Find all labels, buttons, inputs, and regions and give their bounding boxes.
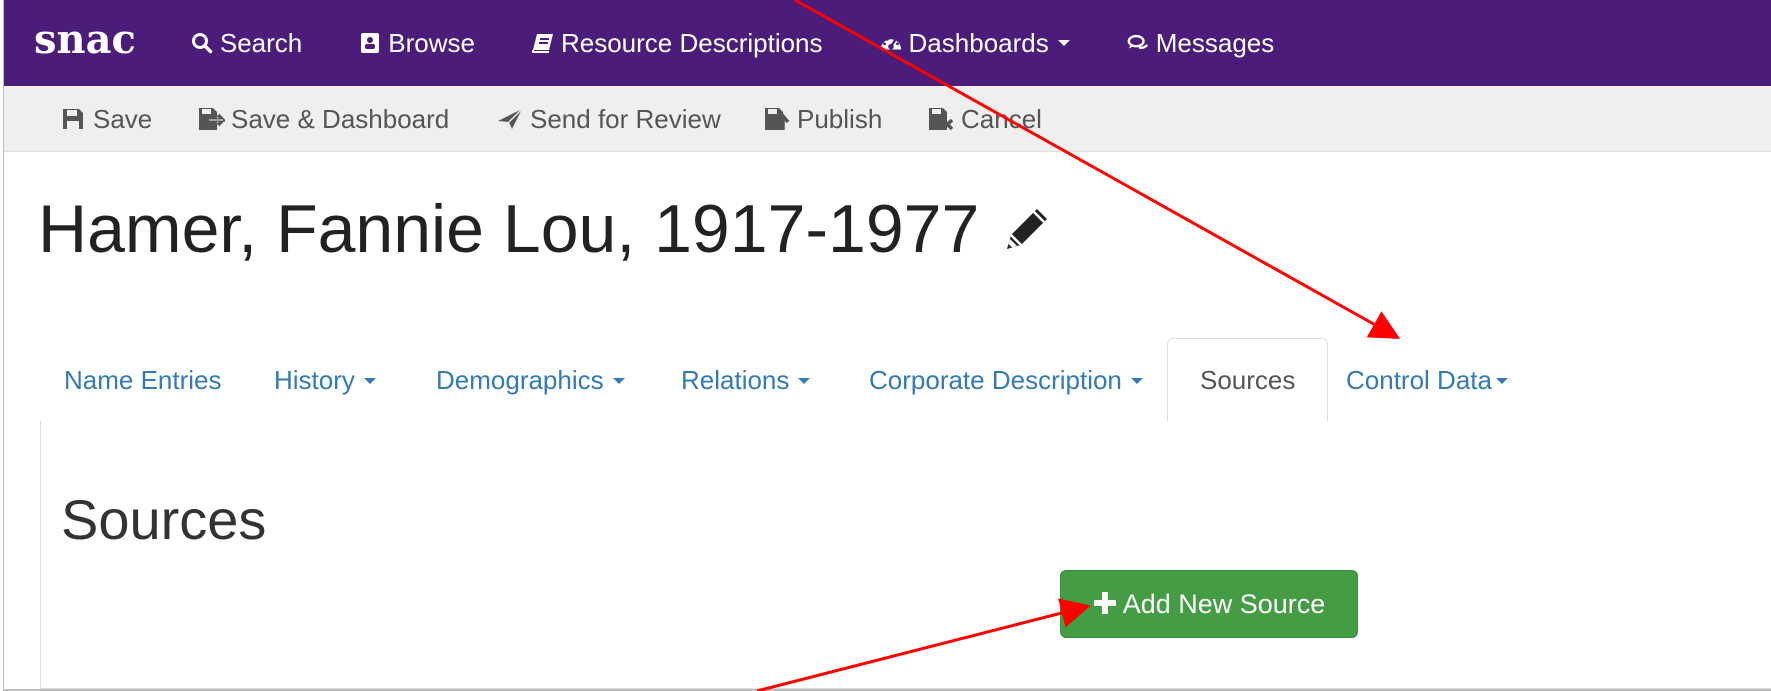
save-label: Save — [93, 103, 153, 134]
nav-messages[interactable]: Messages — [1126, 27, 1275, 59]
chevron-down-icon — [798, 377, 811, 384]
send-for-review-button[interactable]: Send for Review — [496, 86, 721, 152]
nav-dashboards-label: Dashboards — [908, 27, 1049, 58]
nav-browse[interactable]: Browse — [358, 28, 475, 59]
tab-label: Demographics — [436, 365, 604, 395]
publish-icon — [763, 105, 791, 133]
tab-label: Relations — [681, 365, 790, 395]
chevron-down-icon — [1495, 377, 1508, 384]
app-window: snac Search Browse Resource Descriptions… — [3, 0, 1771, 691]
nav-search-label: Search — [219, 27, 303, 58]
nav-browse-label: Browse — [388, 27, 475, 58]
tab-sources[interactable]: Sources — [1167, 338, 1329, 422]
nav-resource-descriptions[interactable]: Resource Descriptions — [531, 28, 823, 59]
chevron-down-icon — [1057, 40, 1070, 46]
tab-label: Control Data — [1346, 365, 1492, 395]
cancel-icon — [927, 105, 955, 133]
cancel-label: Cancel — [961, 103, 1042, 134]
page-title: Hamer, Fannie Lou, 1917-1977 — [38, 190, 1055, 268]
publish-label: Publish — [797, 103, 883, 134]
tab-history[interactable]: History — [274, 339, 376, 422]
book-icon — [531, 31, 555, 55]
send-icon — [496, 105, 524, 133]
search-icon — [190, 31, 214, 55]
send-for-review-label: Send for Review — [530, 103, 721, 134]
chevron-down-icon — [612, 377, 625, 384]
tab-demographics[interactable]: Demographics — [436, 339, 625, 422]
tab-relations[interactable]: Relations — [681, 339, 811, 422]
add-new-source-label: Add New Source — [1122, 588, 1326, 619]
tab-label: Corporate Description — [869, 365, 1122, 395]
nav-search[interactable]: Search — [190, 28, 302, 59]
nav-messages-label: Messages — [1155, 27, 1275, 58]
sources-panel: Sources Add New Source — [40, 421, 1771, 689]
action-toolbar: Save Save & Dashboard Send for Review Pu… — [4, 86, 1771, 152]
tab-corporate-description[interactable]: Corporate Description — [869, 339, 1143, 422]
tab-name-entries[interactable]: Name Entries — [64, 339, 222, 422]
tab-control-data[interactable]: Control Data — [1346, 339, 1508, 422]
tab-label: Sources — [1200, 364, 1296, 395]
save-button[interactable]: Save — [59, 86, 152, 152]
section-title: Sources — [61, 488, 267, 551]
cancel-button[interactable]: Cancel — [927, 86, 1042, 152]
dashboard-icon — [879, 31, 903, 55]
save-dashboard-button[interactable]: Save & Dashboard — [197, 86, 449, 152]
chevron-down-icon — [1130, 377, 1143, 384]
floppy-disk-icon — [59, 105, 87, 133]
pencil-icon[interactable] — [999, 201, 1055, 257]
nav-dashboards[interactable]: Dashboards — [879, 28, 1070, 59]
tab-label: History — [274, 365, 355, 395]
tab-label: Name Entries — [64, 365, 222, 395]
messages-icon — [1126, 31, 1150, 55]
page-title-text: Hamer, Fannie Lou, 1917-1977 — [38, 191, 980, 267]
publish-button[interactable]: Publish — [763, 86, 882, 152]
brand-logo[interactable]: snac — [34, 20, 136, 60]
tab-bar: Name Entries History Demographics Relati… — [40, 338, 1771, 422]
chevron-down-icon — [363, 377, 376, 384]
top-navbar: snac Search Browse Resource Descriptions… — [4, 0, 1771, 86]
add-new-source-button[interactable]: Add New Source — [1060, 570, 1358, 638]
save-dashboard-icon — [197, 105, 225, 133]
save-dashboard-label: Save & Dashboard — [231, 103, 450, 134]
browse-icon — [358, 31, 382, 55]
nav-resource-descriptions-label: Resource Descriptions — [560, 27, 823, 58]
plus-icon — [1093, 588, 1117, 620]
